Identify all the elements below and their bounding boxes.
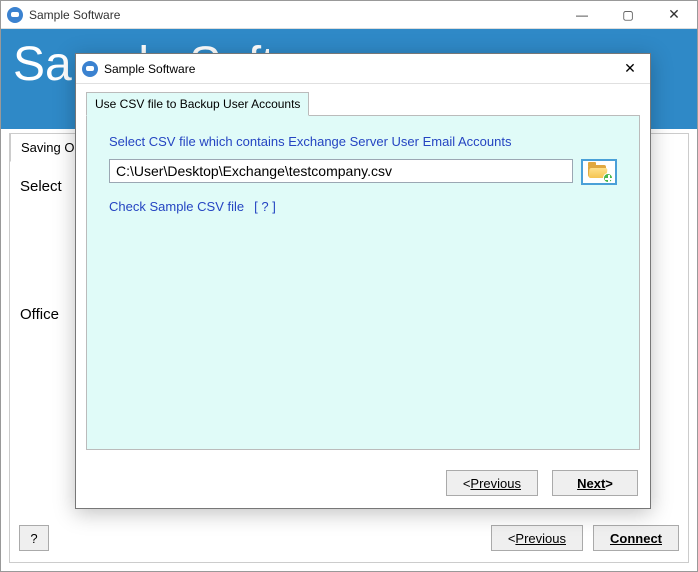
sample-csv-link[interactable]: Check Sample CSV file	[109, 199, 244, 214]
bg-label-office: Office	[20, 306, 59, 323]
help-label: ?	[30, 531, 37, 546]
main-footer: ? < Previous Connect	[19, 523, 679, 553]
main-titlebar: Sample Software — ▢ ✕	[1, 1, 697, 29]
main-connect-label: Connect	[610, 531, 662, 546]
dialog-footer: < Previous Next >	[76, 460, 650, 508]
browse-button[interactable]	[581, 159, 617, 185]
sample-row: Check Sample CSV file [ ? ]	[109, 199, 617, 214]
tab-csv-backup[interactable]: Use CSV file to Backup User Accounts	[86, 92, 309, 116]
bg-label-select: Select	[20, 178, 62, 195]
file-row	[109, 159, 617, 185]
dialog-body: Use CSV file to Backup User Accounts Sel…	[76, 84, 650, 460]
dialog-previous-button[interactable]: < Previous	[446, 470, 538, 496]
maximize-button[interactable]: ▢	[605, 1, 651, 29]
instruction-text: Select CSV file which contains Exchange …	[109, 134, 617, 149]
main-title: Sample Software	[29, 8, 120, 22]
minimize-button[interactable]: —	[559, 1, 605, 29]
main-prev-label: Previous	[515, 531, 566, 546]
close-button[interactable]: ✕	[651, 1, 697, 29]
sample-help-link[interactable]: [ ? ]	[254, 199, 276, 214]
tab-panel: Select CSV file which contains Exchange …	[86, 115, 640, 450]
app-icon	[7, 7, 23, 23]
app-icon	[82, 61, 98, 77]
dialog-tabs: Use CSV file to Backup User Accounts	[86, 92, 640, 116]
csv-path-input[interactable]	[109, 159, 573, 183]
main-window-controls: — ▢ ✕	[559, 1, 697, 29]
dlg-prev-label: Previous	[470, 476, 521, 491]
dlg-next-label: Next	[577, 476, 605, 491]
dialog-next-button[interactable]: Next >	[552, 470, 638, 496]
main-previous-button[interactable]: < Previous	[491, 525, 583, 551]
dialog-title: Sample Software	[104, 62, 195, 76]
csv-dialog: Sample Software ✕ Use CSV file to Backup…	[75, 53, 651, 509]
dialog-titlebar: Sample Software ✕	[76, 54, 650, 84]
folder-add-icon	[588, 164, 610, 180]
dialog-close-button[interactable]: ✕	[610, 54, 650, 84]
tab-label: Use CSV file to Backup User Accounts	[95, 97, 300, 111]
main-connect-button[interactable]: Connect	[593, 525, 679, 551]
help-button[interactable]: ?	[19, 525, 49, 551]
